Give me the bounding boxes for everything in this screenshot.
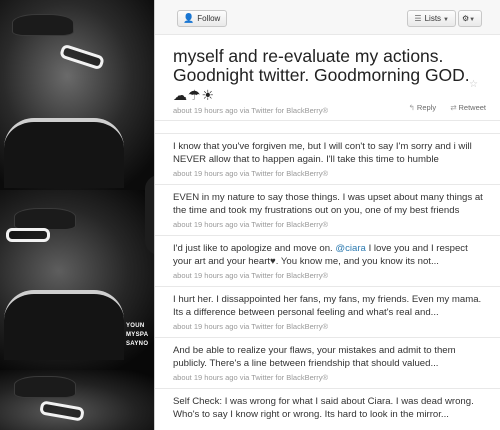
tweet-item[interactable]: I'd just like to apologize and move on. … xyxy=(155,236,500,287)
tweet-text: Self Check: I was wrong for what I said … xyxy=(173,396,474,420)
favorite-star-icon[interactable]: ☆ xyxy=(469,79,478,90)
tweet-meta: about 19 hours ago via Twitter for Black… xyxy=(173,220,329,229)
cap-shape xyxy=(14,376,76,398)
sunglasses-shape xyxy=(58,43,106,71)
profile-actions-bar: 👤 Follow ☰ Lists ▼ ⚙▼ xyxy=(155,0,500,35)
tweet-item[interactable]: And be able to realize your flaws, your … xyxy=(155,338,500,389)
follow-button-label: Follow xyxy=(197,14,221,23)
background-photo-1 xyxy=(0,0,168,190)
tweet-item[interactable]: EVEN in my nature to say those things. I… xyxy=(155,185,500,236)
follow-person-icon: 👤 xyxy=(183,13,195,23)
tweet-text: And be able to realize your flaws, your … xyxy=(173,345,456,369)
tweet-item[interactable]: Self Check: I was wrong for what I said … xyxy=(155,389,500,427)
retweet-icon: ⇄ xyxy=(450,103,457,112)
jacket-shape xyxy=(4,290,124,360)
tweet-meta: about 19 hours ago via Twitter for Black… xyxy=(173,322,329,331)
mention-link[interactable]: @ciara xyxy=(335,243,366,254)
sunglasses-shape xyxy=(39,400,85,422)
tweet-meta: about 19 hours ago via Twitter for Black… xyxy=(173,169,329,178)
cap-shape xyxy=(14,208,76,230)
reply-icon: ↰ xyxy=(408,103,415,112)
timeline-panel: 👤 Follow ☰ Lists ▼ ⚙▼ myself and re-evaluat… xyxy=(154,0,500,430)
tweet-meta: about 19 hours ago via Twitter for Black… xyxy=(173,271,329,280)
sunglasses-shape xyxy=(6,228,50,242)
cap-shape xyxy=(12,14,74,36)
weather-icons: ☁☂☀ xyxy=(173,87,216,103)
tweet-item[interactable]: I hurt her. I dissappointed her fans, my… xyxy=(155,287,500,338)
tweet-meta: about 19 hours ago via Twitter for Black… xyxy=(173,373,329,382)
retweet-label: Retweet xyxy=(458,103,486,112)
chevron-down-icon: ▼ xyxy=(469,17,476,23)
retweet-action[interactable]: ⇄ Retweet xyxy=(450,103,486,112)
tweet-item[interactable]: I know that you've forgiven me, but I wi… xyxy=(155,134,500,185)
lists-icon: ☰ xyxy=(414,14,422,23)
jacket-shape xyxy=(4,118,124,188)
background-photo-3 xyxy=(0,370,168,430)
tweet-text: I know that you've forgiven me, but I wi… xyxy=(173,141,472,165)
reply-action[interactable]: ↰ Reply xyxy=(409,103,436,112)
profile-background: YOUN MYSPA SAYNO xyxy=(0,0,168,430)
follow-button[interactable]: 👤 Follow xyxy=(177,10,228,27)
lists-button[interactable]: ☰ Lists ▼ xyxy=(407,10,456,27)
featured-spacer xyxy=(155,121,500,134)
featured-tweet-text: myself and re-evaluate my actions. Goodn… xyxy=(173,46,470,104)
lists-button-label: Lists xyxy=(424,14,442,23)
tweet-text: I hurt her. I dissappointed her fans, my… xyxy=(173,294,482,318)
featured-tweet-meta: about 19 hours ago via Twitter for Black… xyxy=(173,106,329,115)
tweet-text: I'd just like to apologize and move on. … xyxy=(173,243,468,267)
reply-label: Reply xyxy=(416,103,437,112)
tweet-text: EVEN in my nature to say those things. I… xyxy=(173,192,483,216)
chevron-down-icon: ▼ xyxy=(443,17,449,23)
tweet-actions: ↰ Reply ⇄ Retweet xyxy=(397,103,486,112)
settings-menu-button[interactable]: ⚙▼ xyxy=(458,10,482,27)
